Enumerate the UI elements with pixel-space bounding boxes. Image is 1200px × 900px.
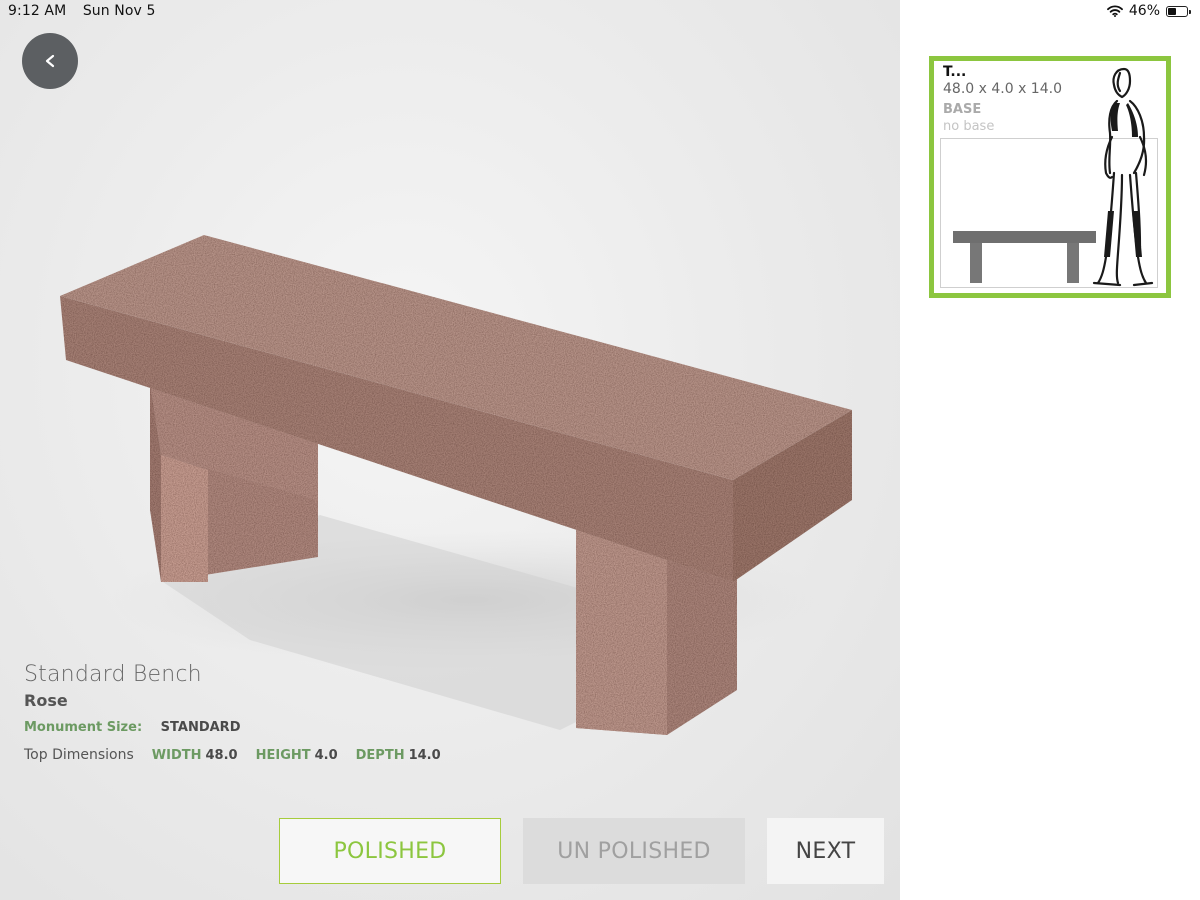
product-info: Standard Bench Rose Monument Size: STAND… bbox=[24, 662, 459, 763]
polished-button[interactable]: POLISHED bbox=[279, 818, 501, 884]
battery-percent: 46% bbox=[1128, 3, 1160, 19]
depth-value: 14.0 bbox=[408, 748, 441, 763]
next-button[interactable]: NEXT bbox=[767, 818, 884, 884]
product-render-view: Standard Bench Rose Monument Size: STAND… bbox=[0, 0, 900, 900]
product-color-name: Rose bbox=[24, 691, 68, 710]
human-scale-figure-icon bbox=[1092, 67, 1154, 287]
bench-render bbox=[60, 235, 852, 735]
status-bar-left: 9:12 AM Sun Nov 5 bbox=[8, 3, 155, 19]
top-dimensions-row: Top Dimensions WIDTH 48.0 HEIGHT 4.0 DEPTH… bbox=[24, 747, 459, 763]
height-label: HEIGHT bbox=[255, 748, 311, 763]
depth-label: DEPTH bbox=[355, 748, 405, 763]
chevron-left-icon bbox=[45, 54, 55, 68]
product-name: Standard Bench bbox=[24, 662, 202, 687]
height-value: 4.0 bbox=[314, 748, 338, 763]
monument-size-value: STANDARD bbox=[160, 720, 241, 735]
bench-preview-card[interactable]: T... 48.0 x 4.0 x 14.0 BASE no base bbox=[929, 56, 1171, 298]
monument-size-label: Monument Size: bbox=[24, 720, 143, 735]
back-button[interactable] bbox=[22, 33, 78, 89]
status-bar-right: 46% bbox=[1106, 3, 1191, 19]
app-screen: Standard Bench Rose Monument Size: STAND… bbox=[0, 0, 1200, 900]
status-date: Sun Nov 5 bbox=[82, 3, 156, 19]
height-dimension: HEIGHT 4.0 bbox=[256, 748, 338, 763]
wifi-icon bbox=[1106, 5, 1123, 17]
unpolished-button[interactable]: UN POLISHED bbox=[523, 818, 745, 884]
battery-level-fill bbox=[1168, 7, 1176, 15]
top-dimensions-label: Top Dimensions bbox=[24, 747, 134, 763]
width-value: 48.0 bbox=[205, 748, 238, 763]
status-time: 9:12 AM bbox=[8, 3, 67, 19]
depth-dimension: DEPTH 14.0 bbox=[356, 748, 441, 763]
width-dimension: WIDTH 48.0 bbox=[152, 748, 238, 763]
battery-icon bbox=[1166, 5, 1191, 17]
monument-size-row: Monument Size: STANDARD bbox=[24, 720, 459, 735]
width-label: WIDTH bbox=[151, 748, 202, 763]
